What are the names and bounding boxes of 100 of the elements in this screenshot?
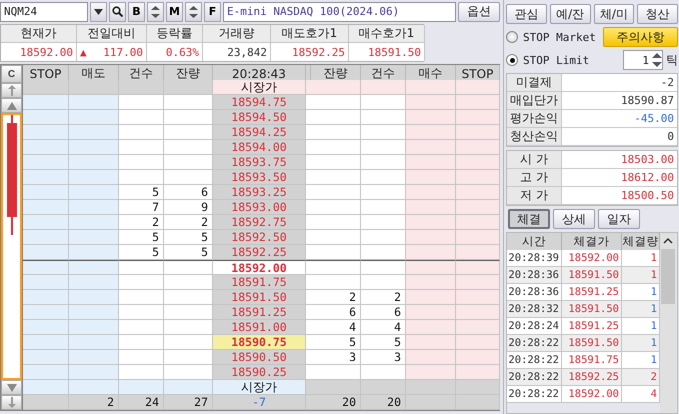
order-cell[interactable]: [361, 185, 406, 200]
order-cell[interactable]: [23, 275, 69, 290]
scroll-top-button[interactable]: [1, 83, 22, 98]
order-cell[interactable]: [406, 170, 456, 185]
radio-label[interactable]: STOP Limit: [523, 54, 590, 66]
order-cell[interactable]: [456, 245, 500, 260]
order-cell[interactable]: [361, 365, 406, 380]
order-cell[interactable]: [361, 125, 406, 140]
order-cell[interactable]: [119, 140, 164, 155]
order-cell[interactable]: [69, 320, 119, 335]
order-cell[interactable]: [456, 155, 500, 170]
order-cell[interactable]: [361, 95, 406, 110]
order-cell[interactable]: [69, 125, 119, 140]
order-cell[interactable]: [23, 350, 69, 365]
order-cell[interactable]: [311, 170, 361, 185]
order-cell[interactable]: [69, 260, 119, 275]
order-cell[interactable]: [456, 170, 500, 185]
order-cell[interactable]: [456, 320, 500, 335]
order-cell[interactable]: [164, 140, 213, 155]
order-cell[interactable]: [23, 215, 69, 230]
order-cell[interactable]: [456, 365, 500, 380]
order-cell[interactable]: [456, 230, 500, 245]
dropdown-button[interactable]: [90, 2, 107, 22]
order-cell[interactable]: [23, 365, 69, 380]
order-cell[interactable]: [456, 95, 500, 110]
order-cell[interactable]: [164, 80, 213, 95]
order-cell[interactable]: [361, 230, 406, 245]
order-cell[interactable]: [311, 275, 361, 290]
order-cell[interactable]: [69, 140, 119, 155]
order-cell[interactable]: [23, 335, 69, 350]
order-cell[interactable]: [406, 380, 456, 395]
order-cell[interactable]: [23, 200, 69, 215]
order-cell[interactable]: [311, 230, 361, 245]
order-cell[interactable]: [406, 155, 456, 170]
order-cell[interactable]: [23, 95, 69, 110]
order-cell[interactable]: [406, 260, 456, 275]
order-cell[interactable]: [406, 335, 456, 350]
order-cell[interactable]: [456, 200, 500, 215]
order-cell[interactable]: [311, 215, 361, 230]
order-cell[interactable]: [69, 110, 119, 125]
order-cell[interactable]: [164, 95, 213, 110]
order-cell[interactable]: [69, 185, 119, 200]
order-cell[interactable]: [69, 215, 119, 230]
order-cell[interactable]: [23, 125, 69, 140]
order-cell[interactable]: [119, 95, 164, 110]
order-cell[interactable]: [361, 140, 406, 155]
order-cell[interactable]: [119, 170, 164, 185]
order-cell[interactable]: [164, 155, 213, 170]
corner-button[interactable]: C: [1, 65, 22, 83]
order-cell[interactable]: [406, 95, 456, 110]
order-cell[interactable]: [119, 125, 164, 140]
order-cell[interactable]: [119, 305, 164, 320]
order-cell[interactable]: [69, 335, 119, 350]
order-cell[interactable]: [23, 185, 69, 200]
order-cell[interactable]: [119, 380, 164, 395]
order-cell[interactable]: [119, 350, 164, 365]
order-cell[interactable]: [406, 350, 456, 365]
order-cell[interactable]: [311, 155, 361, 170]
order-cell[interactable]: [456, 140, 500, 155]
order-cell[interactable]: [311, 95, 361, 110]
order-cell[interactable]: [311, 80, 361, 95]
order-cell[interactable]: [23, 140, 69, 155]
sub-tab[interactable]: 일자: [598, 209, 640, 229]
radio-button[interactable]: [506, 54, 518, 66]
order-cell[interactable]: [164, 125, 213, 140]
order-cell[interactable]: [69, 230, 119, 245]
order-cell[interactable]: [69, 170, 119, 185]
order-cell[interactable]: [361, 110, 406, 125]
order-cell[interactable]: [69, 290, 119, 305]
order-cell[interactable]: [69, 155, 119, 170]
sub-tab[interactable]: 체결: [508, 209, 550, 229]
order-cell[interactable]: [406, 365, 456, 380]
order-cell[interactable]: [456, 215, 500, 230]
order-cell[interactable]: [361, 245, 406, 260]
scroll-down-button[interactable]: [1, 380, 22, 395]
order-cell[interactable]: [164, 260, 213, 275]
order-cell[interactable]: [311, 380, 361, 395]
order-cell[interactable]: [406, 290, 456, 305]
panel-tab-button[interactable]: 체/미: [594, 4, 634, 24]
order-cell[interactable]: [311, 245, 361, 260]
order-cell[interactable]: [69, 365, 119, 380]
order-cell[interactable]: [119, 275, 164, 290]
order-cell[interactable]: [311, 365, 361, 380]
order-cell[interactable]: [23, 245, 69, 260]
order-cell[interactable]: [119, 260, 164, 275]
spin-button[interactable]: [185, 2, 202, 22]
order-cell[interactable]: [164, 320, 213, 335]
order-cell[interactable]: [456, 305, 500, 320]
order-cell[interactable]: [23, 260, 69, 275]
order-cell[interactable]: [456, 80, 500, 95]
panel-tab-button[interactable]: 예/잔: [550, 4, 590, 24]
market-price-cell[interactable]: 시장가: [213, 80, 306, 95]
order-cell[interactable]: [164, 290, 213, 305]
order-cell[interactable]: [23, 305, 69, 320]
panel-tab-button[interactable]: 청산: [637, 4, 678, 24]
radio-label[interactable]: STOP Market: [523, 30, 596, 44]
order-cell[interactable]: [406, 275, 456, 290]
scrollbar[interactable]: [660, 233, 676, 413]
order-cell[interactable]: [119, 155, 164, 170]
order-cell[interactable]: [406, 305, 456, 320]
